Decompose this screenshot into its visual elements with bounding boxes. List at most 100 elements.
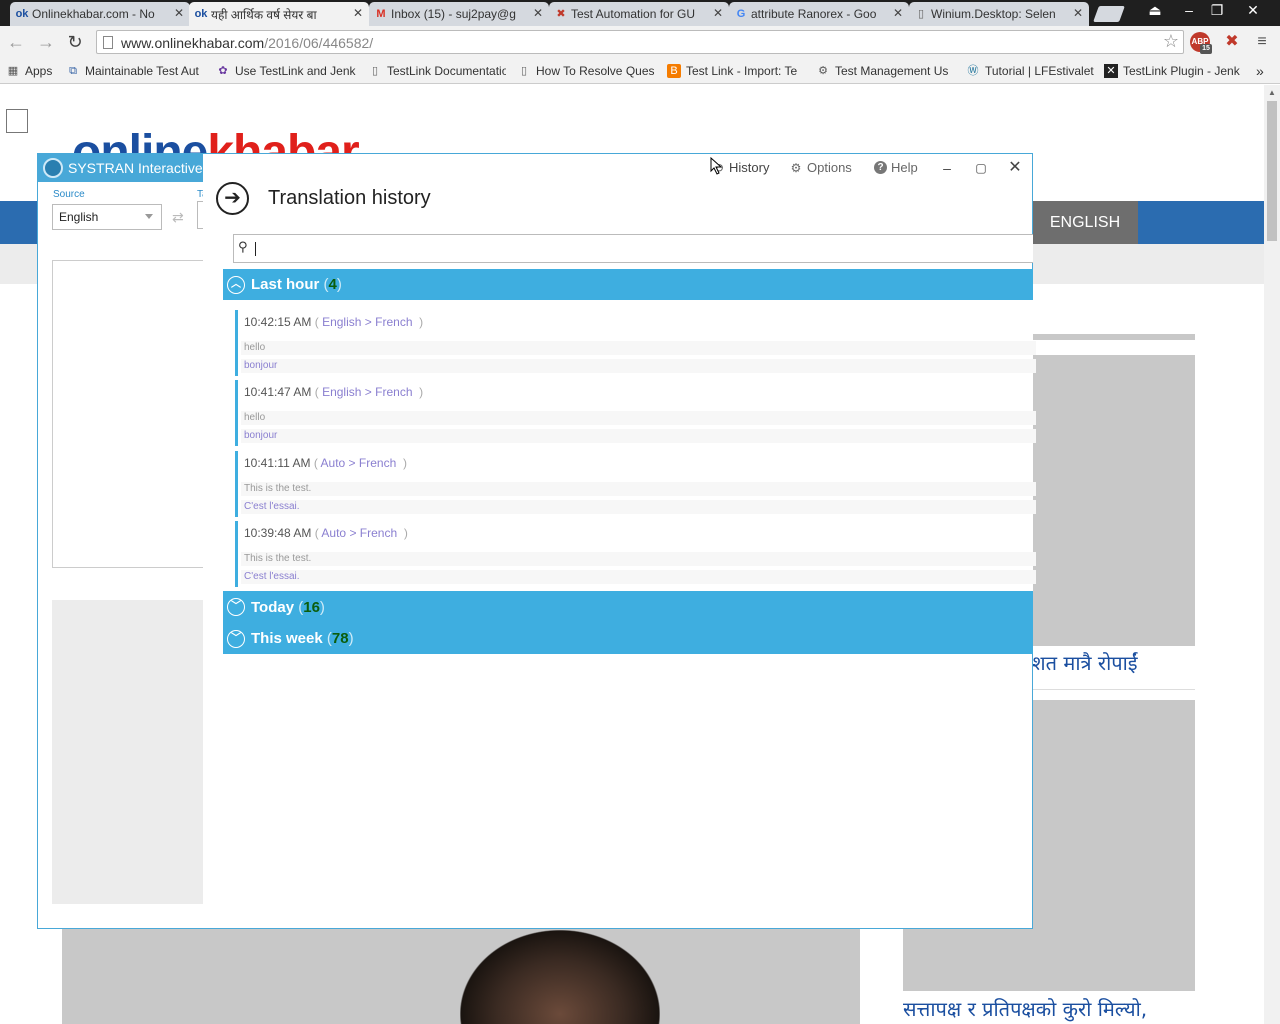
new-tab-button[interactable] [1093,6,1125,22]
blogger-icon: B [667,64,681,78]
group-header-last-hour[interactable]: ︿ Last hour (4) [223,269,1033,300]
source-language-value: English [59,210,99,224]
systran-titlebar[interactable]: SYSTRAN Interactive [38,154,216,182]
divider [1032,334,1195,340]
tab-label: Inbox (15) - suj2pay@g [391,7,516,21]
ranorex-icon: ✖ [556,8,566,20]
history-entry[interactable]: 10:41:11 AM ( Auto > French ) This is th… [235,451,1036,517]
minimize-button[interactable]: – [937,159,957,177]
text-cursor [255,242,256,256]
back-arrow-icon[interactable]: ← [6,32,26,52]
tab-strip: ok Onlinekhabar.com - No ✕ ok यही आर्थिक… [0,0,1280,26]
english-button[interactable]: ENGLISH [1032,201,1138,244]
history-entry[interactable]: 10:42:15 AM ( English > French ) hello b… [235,310,1036,376]
source-text-input[interactable] [52,260,218,568]
close-button[interactable]: ✕ [1005,159,1025,177]
jenkins-icon: ✕ [1104,64,1118,78]
tab-news-article[interactable]: ok यही आर्थिक वर्ष सेयर बा ✕ [189,2,369,26]
entry-target-lang: French [375,385,413,399]
history-entry[interactable]: 10:41:47 AM ( English > French ) hello b… [235,380,1036,446]
scrollbar-thumb[interactable] [1267,101,1277,241]
menu-icon[interactable]: ≡ [1252,32,1272,52]
swap-languages-icon[interactable]: ⇄ [172,209,184,226]
ranorex-extension-icon[interactable]: ✖ [1222,32,1242,52]
tab-winium[interactable]: ▯ Winium.Desktop: Selen ✕ [909,2,1089,26]
group-count: 78 [331,630,349,647]
close-icon[interactable]: ✕ [713,6,723,20]
bookmark-item[interactable]: B Test Link - Import: Te [667,62,807,80]
back-arrow-icon[interactable]: ➔ [216,182,249,215]
help-label: Help [891,160,918,175]
reload-icon[interactable]: ↻ [65,32,85,52]
bookmark-item[interactable]: ⚙ Test Management Us [816,62,956,80]
bookmark-item[interactable]: Ⓦ Tutorial | LFEstivalet [966,62,1100,80]
bookmark-item[interactable]: ✿ Use TestLink and Jenk [216,62,356,80]
news-headline[interactable]: सत्तापक्ष र प्रतिपक्षको कुरो मिल्यो, [903,995,1147,1022]
bookmark-item[interactable]: ✕ TestLink Plugin - Jenk [1104,62,1244,80]
news-image[interactable] [1032,355,1195,646]
page-checkbox[interactable] [6,109,28,133]
systran-window: SYSTRAN Interactive Source Ta English ⇄ [37,153,218,929]
close-window-button[interactable]: ✕ [1238,0,1268,22]
entry-target-lang: French [375,315,413,329]
forward-arrow-icon[interactable]: → [36,32,56,52]
translation-output [52,600,218,904]
entry-target-text: C'est l'essai. [241,570,1036,584]
group-header-this-week[interactable]: ﹀ This week (78) [223,623,1033,654]
close-icon[interactable]: ✕ [533,6,543,20]
news-headline[interactable]: शत मात्रै रोपाईं [1032,649,1138,676]
bookmark-icon: ⧉ [69,65,77,77]
group-label: This week [251,630,323,647]
close-icon[interactable]: ✕ [893,6,903,20]
entry-target-lang: French [359,526,398,540]
address-bar[interactable]: www.onlinekhabar.com/2016/06/446582/ ☆ [96,30,1184,54]
article-photo [460,930,660,1024]
entry-target-text: C'est l'essai. [241,500,1036,514]
history-entry[interactable]: 10:39:48 AM ( Auto > French ) This is th… [235,521,1036,587]
bookmark-item[interactable]: ▯ How To Resolve Ques [517,62,655,80]
tab-label: Test Automation for GU [571,7,696,21]
bookmark-icon: ✿ [218,65,228,77]
close-icon[interactable]: ✕ [174,6,184,20]
page-icon [103,36,113,49]
tab-ranorex[interactable]: ✖ Test Automation for GU ✕ [549,2,729,26]
source-label: Source [53,189,85,200]
tab-google[interactable]: G attribute Ranorex - Goo ✕ [729,2,909,26]
options-label: Options [807,160,852,175]
entry-target-text: bonjour [241,429,1036,443]
tab-gmail[interactable]: M Inbox (15) - suj2pay@g ✕ [369,2,549,26]
bookmark-item[interactable]: ▯ TestLink Documentatio [368,62,506,80]
bookmark-star-icon[interactable]: ☆ [1163,31,1179,52]
tab-onlinekhabar[interactable]: ok Onlinekhabar.com - No ✕ [10,2,190,26]
restore-window-button[interactable]: ❐ [1202,0,1232,22]
help-button[interactable]: ? Help [874,160,918,175]
tab-label: Winium.Desktop: Selen [931,7,1056,21]
group-header-today[interactable]: ﹀ Today (16) [223,591,1033,623]
onlinekhabar-icon: ok [15,8,29,20]
page-scrollbar[interactable]: ▲ [1264,85,1280,1024]
profile-icon[interactable]: ⏏ [1140,0,1170,22]
bookmark-item[interactable]: ⧉ Maintainable Test Aut [66,62,208,80]
history-search-input[interactable]: ⚲ [233,234,1033,263]
bookmarks-bar: ▦ Apps ⧉ Maintainable Test Aut ✿ Use TestLi… [0,58,1280,84]
entry-source-lang: Auto [321,526,347,540]
source-language-select[interactable]: English [52,204,162,230]
options-button[interactable]: ⚙ Options [789,160,852,175]
group-label: Today [251,598,295,616]
maximize-button[interactable]: ▢ [971,159,991,177]
group-body-last-hour: 10:42:15 AM ( English > French ) hello b… [223,300,1036,591]
scroll-up-icon[interactable]: ▲ [1268,88,1276,97]
page-icon: ▯ [917,8,925,20]
entry-source-text: This is the test. [241,482,1036,496]
browser-toolbar: ← → ↻ www.onlinekhabar.com/2016/06/44658… [0,26,1280,58]
close-icon[interactable]: ✕ [1073,6,1083,20]
wordpress-icon: Ⓦ [967,65,979,77]
bookmark-apps[interactable]: ▦ Apps [6,62,66,80]
systran-logo-icon [43,158,63,178]
chevron-down-icon: ﹀ [227,629,245,648]
close-icon[interactable]: ✕ [353,6,363,20]
more-bookmarks-icon[interactable]: » [1256,62,1270,80]
history-label: History [729,160,770,175]
minimize-window-button[interactable]: – [1174,0,1204,22]
gear-icon: ⚙ [790,160,802,175]
